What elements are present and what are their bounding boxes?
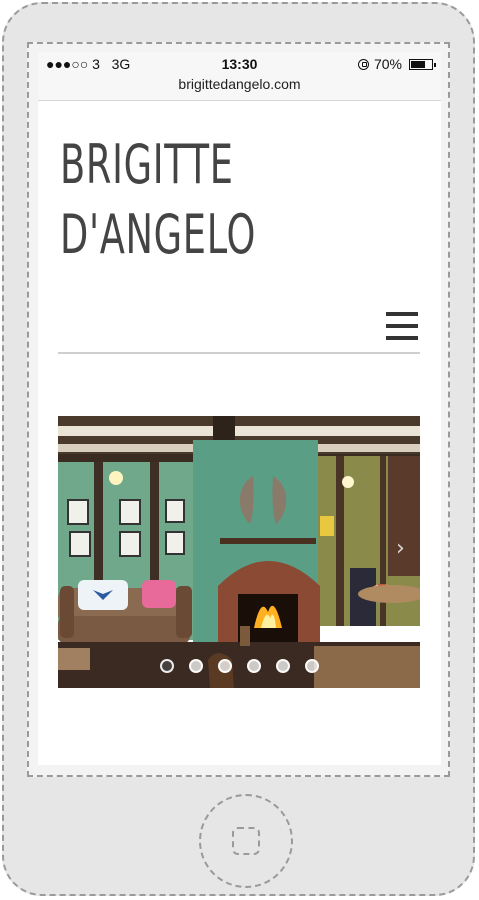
battery-level	[411, 60, 425, 68]
carousel-dot[interactable]	[304, 659, 319, 673]
rotation-lock-icon	[357, 58, 369, 70]
hamburger-menu-icon[interactable]	[386, 310, 418, 342]
battery-percent: 70%	[373, 56, 402, 72]
carousel-dot[interactable]	[217, 659, 232, 673]
carousel-dot[interactable]	[188, 659, 203, 673]
site-title[interactable]: BRIGITTE D'ANGELO	[60, 130, 256, 270]
slide-image-pub-interior	[58, 416, 420, 688]
menu-bar-bottom	[386, 336, 418, 340]
carousel-dot[interactable]	[275, 659, 290, 673]
carousel-dot[interactable]	[246, 659, 261, 673]
battery-icon	[409, 58, 436, 70]
carousel-indicators	[58, 659, 420, 673]
menu-bar-top	[386, 312, 418, 316]
address-bar-url[interactable]: brigittedangelo.com	[38, 76, 441, 92]
carousel-dot[interactable]	[159, 659, 174, 673]
site-title-line-1: BRIGITTE	[60, 133, 234, 196]
image-slideshow[interactable]: ›	[58, 416, 420, 688]
home-square-icon	[232, 827, 260, 855]
battery-info: 70%	[357, 56, 436, 72]
status-bar: ●●●○○ 3 3G 13:30 70% brigittedangelo.com	[38, 52, 441, 101]
phone-screen: ●●●○○ 3 3G 13:30 70% brigittedangelo.com…	[38, 52, 441, 765]
menu-bar-middle	[386, 324, 418, 328]
site-title-line-2: D'ANGELO	[60, 203, 257, 266]
header-divider	[58, 352, 420, 354]
home-button[interactable]	[199, 794, 293, 888]
chevron-right-icon[interactable]: ›	[396, 538, 410, 560]
